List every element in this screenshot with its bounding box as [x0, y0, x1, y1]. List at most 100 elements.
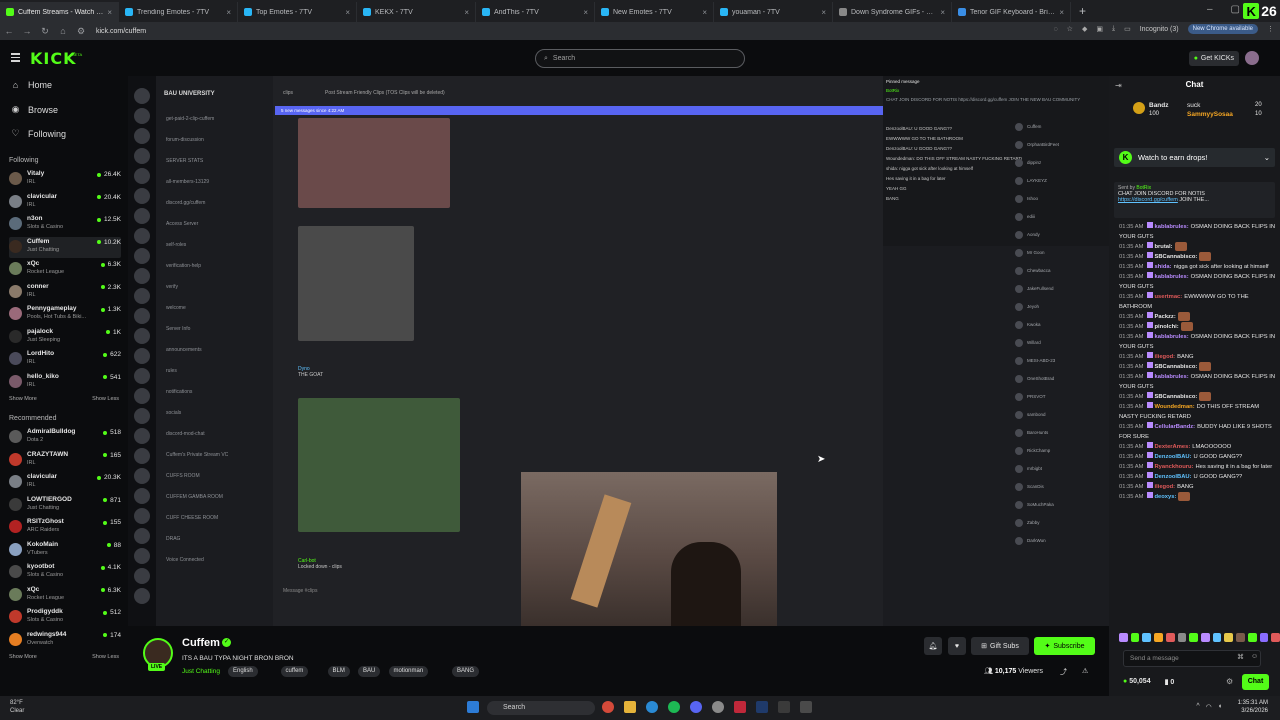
kick-extension-badge[interactable]: K 26: [1240, 0, 1280, 22]
more-menu-icon[interactable]: ⋮: [1267, 25, 1274, 33]
command-icon[interactable]: ⌘: [1237, 653, 1244, 661]
tray-chevron-icon[interactable]: ^: [1196, 703, 1199, 711]
chat-username[interactable]: SBCannabisco:: [1155, 394, 1198, 400]
maximize-icon[interactable]: ▢: [1231, 4, 1240, 15]
chat-settings-icon[interactable]: ⚙: [1226, 677, 1233, 686]
url-field[interactable]: kick.com/cuffem: [96, 28, 146, 35]
chat-username[interactable]: DenzoolBAU:: [1155, 454, 1192, 460]
volume-icon[interactable]: ◖: [1218, 703, 1222, 711]
chat-username[interactable]: kablabrules:: [1155, 374, 1189, 380]
spotify-icon[interactable]: [668, 701, 680, 713]
browser-tab[interactable]: KEKX - 7TV ×: [357, 2, 476, 22]
chat-send-button[interactable]: Chat: [1242, 674, 1269, 690]
gift-subs-button[interactable]: ⊞ Gift Subs: [971, 637, 1029, 655]
kick-logo[interactable]: KICK: [30, 49, 77, 68]
stream-tag[interactable]: cuffem: [280, 666, 309, 677]
stream-tag[interactable]: BANG: [452, 666, 480, 677]
sidebar-channel-prodigyddk[interactable]: Prodigyddk Slots & Casino 512: [9, 607, 121, 628]
share-icon[interactable]: ⤴: [1060, 667, 1067, 677]
sidebar-channel-pennygameplay[interactable]: Pennygameplay Pools, Hot Tubs & Biki... 1.…: [9, 304, 121, 325]
sidebar-channel-pajalock[interactable]: pajalock Just Sleeping 1K: [9, 327, 121, 348]
tab-close-icon[interactable]: ×: [1059, 8, 1064, 17]
tab-close-icon[interactable]: ×: [821, 8, 826, 17]
adobe-icon[interactable]: [734, 701, 746, 713]
reload-icon[interactable]: ↻: [36, 26, 54, 37]
home-icon[interactable]: ⌂: [54, 26, 72, 36]
emote-icon[interactable]: [1271, 632, 1280, 642]
streamer-name[interactable]: Cuffem: [182, 637, 220, 649]
search-input[interactable]: ⌕ Search: [535, 49, 745, 68]
browser-tab[interactable]: AndThis - 7TV ×: [476, 2, 595, 22]
sidebar-channel-kokomain[interactable]: KokoMain VTubers 88: [9, 540, 121, 561]
tab-close-icon[interactable]: ×: [940, 8, 945, 17]
photoshop-icon[interactable]: [756, 701, 768, 713]
hamburger-menu-icon[interactable]: [11, 53, 20, 62]
browser-tab[interactable]: Cuffem Streams - Watch Live on ×: [0, 2, 119, 22]
emote-icon[interactable]: [1165, 632, 1175, 642]
emote-icon[interactable]: [1130, 632, 1140, 642]
sidebar-channel-rsitzghost[interactable]: RSITzGhost ARC Raiders 155: [9, 517, 121, 538]
chat-username[interactable]: pinolchi:: [1155, 324, 1179, 330]
chat-username[interactable]: iliegod:: [1155, 484, 1176, 490]
taskbar-search[interactable]: Search: [487, 701, 595, 715]
new-tab-button[interactable]: +: [1071, 4, 1094, 18]
browser-tab[interactable]: Top Emotes - 7TV ×: [238, 2, 357, 22]
windows-start-icon[interactable]: [467, 701, 479, 713]
stream-tag[interactable]: English: [228, 666, 258, 677]
emote-icon[interactable]: [1212, 632, 1222, 642]
chat-username[interactable]: DenzoolBAU:: [1155, 474, 1192, 480]
stream-category[interactable]: Just Chatting: [182, 668, 220, 675]
taskbar-clock[interactable]: 1:35:31 AM 3/26/2026: [1238, 699, 1268, 715]
sidebar-channel-vitaly[interactable]: Vitaly IRL 26.4K: [9, 169, 121, 190]
browser-tab[interactable]: Trending Emotes - 7TV ×: [119, 2, 238, 22]
emote-icon[interactable]: [1142, 632, 1152, 642]
browser-tab[interactable]: Tenor GIF Keyboard - Bring Pe×: [952, 2, 1071, 22]
sidebar-channel-xqc[interactable]: xQc Rocket League 6.3K: [9, 585, 121, 606]
subscribe-button[interactable]: ✦ Subscribe: [1034, 637, 1095, 655]
sidebar-icon[interactable]: ▭: [1124, 25, 1131, 33]
browser-tab[interactable]: New Emotes - 7TV ×: [595, 2, 714, 22]
weather-widget[interactable]: 82°F Clear: [10, 699, 24, 715]
emote-icon[interactable]: [1247, 632, 1257, 642]
pinned-message-link[interactable]: https://discord.gg/cuffem: [1118, 197, 1178, 203]
show-more-button[interactable]: Show More: [9, 396, 37, 402]
chat-username[interactable]: kablabrules:: [1155, 274, 1189, 280]
chat-username[interactable]: brutal:: [1155, 244, 1173, 250]
emote-icon[interactable]: [1119, 632, 1128, 642]
show-less-button[interactable]: Show Less: [92, 396, 119, 402]
nav-following[interactable]: ♡ Following: [11, 128, 66, 139]
nav-home[interactable]: ⌂ Home: [11, 80, 52, 90]
tab-close-icon[interactable]: ×: [226, 8, 231, 17]
tab-close-icon[interactable]: ×: [702, 8, 707, 17]
sidebar-channel-admiralbulldog[interactable]: AdmiralBulldog Dota 2 518: [9, 427, 121, 448]
sidebar-channel-lowtiergod[interactable]: LOWTIERGOD Just Chatting 871: [9, 495, 121, 516]
chat-username[interactable]: deoxys:: [1155, 494, 1177, 500]
emote-icon[interactable]: [1189, 632, 1199, 642]
stream-tag[interactable]: BLM: [327, 666, 350, 677]
sidebar-channel-hello-kiko[interactable]: hello_kiko IRL 541: [9, 372, 121, 393]
bookmark-star-icon[interactable]: ☆: [1067, 25, 1073, 33]
notification-bell-button[interactable]: 🔔︎: [924, 637, 942, 655]
terminal-icon[interactable]: [778, 701, 790, 713]
browser-tab[interactable]: youaman - 7TV ×: [714, 2, 833, 22]
app-icon[interactable]: [800, 701, 812, 713]
emote-icon[interactable]: [1154, 632, 1163, 642]
discord-icon[interactable]: [690, 701, 702, 713]
emote-icon[interactable]: [1224, 632, 1234, 642]
chat-username[interactable]: iliegod:: [1155, 354, 1176, 360]
minimize-icon[interactable]: –: [1207, 4, 1213, 15]
get-kicks-button[interactable]: ● Get KICKs: [1188, 51, 1239, 66]
browser-tab[interactable]: Down Syndrome GIFs - Find & ×: [833, 2, 952, 22]
sidebar-channel-conner[interactable]: conner IRL 2.3K: [9, 282, 121, 303]
user-avatar[interactable]: [1245, 51, 1259, 65]
edge-icon[interactable]: [646, 701, 658, 713]
sidebar-channel-kyootbot[interactable]: kyootbot Slots & Casino 4.1K: [9, 562, 121, 583]
chat-pinned-message[interactable]: Sent by BotRix CHAT JOIN DISCORD FOR NOT…: [1114, 182, 1275, 218]
incognito-indicator[interactable]: Incognito (3): [1140, 26, 1179, 33]
emoji-icon[interactable]: ☺: [1251, 653, 1258, 661]
tab-close-icon[interactable]: ×: [107, 8, 112, 17]
emote-icon[interactable]: [1236, 632, 1245, 642]
chat-username[interactable]: CellularBandz:: [1155, 424, 1196, 430]
sidebar-channel-lordhito[interactable]: LordHito IRL 622: [9, 349, 121, 370]
chat-username[interactable]: SBCannabisco:: [1155, 254, 1198, 260]
